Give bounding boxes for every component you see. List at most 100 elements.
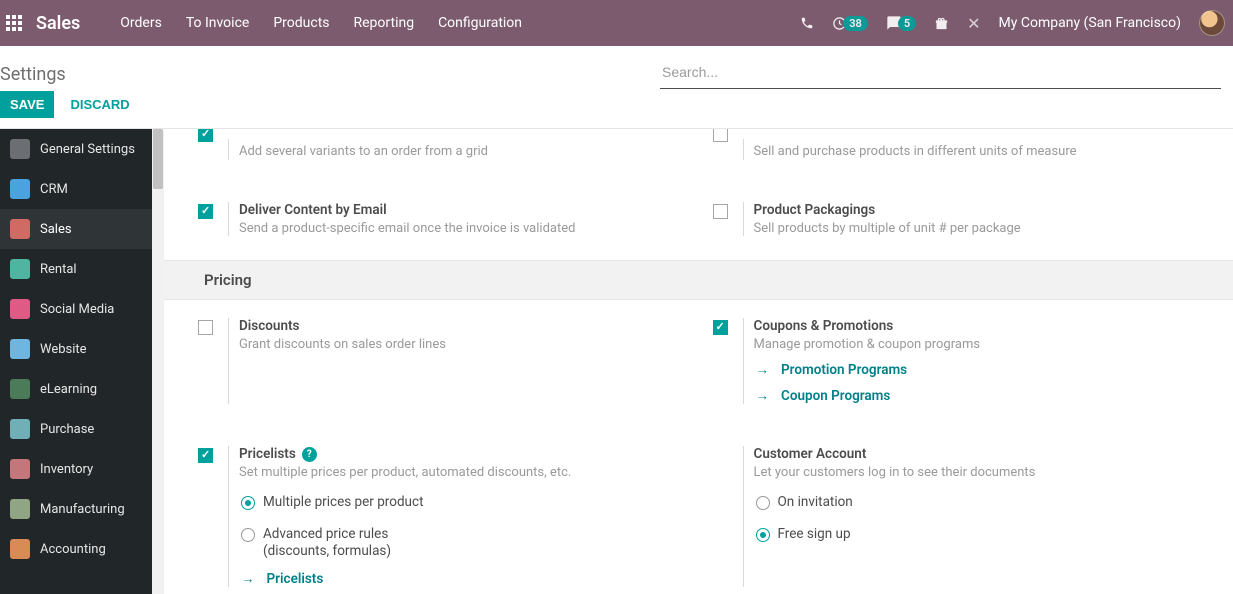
sidebar-item-label: Manufacturing <box>40 502 125 517</box>
apps-icon[interactable] <box>0 15 28 31</box>
breadcrumb-title: Settings <box>0 64 66 85</box>
sidebar-item-label: Accounting <box>40 542 106 557</box>
sidebar-item-social-media[interactable]: Social Media <box>0 289 152 329</box>
radio-icon <box>756 496 770 510</box>
control-panel: Settings SAVE DISCARD <box>0 46 1233 129</box>
radio-label: Advanced price rules(discounts, formulas… <box>263 526 391 561</box>
company-switcher[interactable]: My Company (San Francisco) <box>999 15 1181 31</box>
menu-reporting[interactable]: Reporting <box>354 15 415 31</box>
save-button[interactable]: SAVE <box>0 91 54 118</box>
sidebar-item-manufacturing[interactable]: Manufacturing <box>0 489 152 529</box>
sidebar-item-label: CRM <box>40 182 68 197</box>
sidebar-app-icon <box>10 499 30 519</box>
setting-title: Pricelists <box>239 446 296 462</box>
sidebar-item-label: Sales <box>40 222 72 237</box>
sidebar-item-label: Inventory <box>40 462 93 477</box>
sidebar-app-icon <box>10 419 30 439</box>
setting-checkbox[interactable] <box>713 204 728 219</box>
info-icon[interactable]: ? <box>302 447 317 462</box>
radio-label: On invitation <box>778 494 853 512</box>
sidebar-scrollbar[interactable] <box>152 129 164 594</box>
sidebar-item-label: Social Media <box>40 302 114 317</box>
activities-icon[interactable]: 38 <box>832 16 868 31</box>
setting-link[interactable]: Promotion Programs <box>781 362 907 378</box>
sidebar-app-icon <box>10 219 30 239</box>
settings-sidebar: General Settings CRM Sales Rental Social Med… <box>0 129 152 594</box>
sidebar-item-label: eLearning <box>40 382 97 397</box>
setting-title: Deliver Content by Email <box>239 202 387 218</box>
menu-products[interactable]: Products <box>273 15 329 31</box>
setting-link[interactable]: Coupon Programs <box>781 388 890 404</box>
sidebar-app-icon <box>10 379 30 399</box>
setting-description: Send a product-specific email once the i… <box>239 221 689 236</box>
setting-description: Sell products by multiple of unit # per … <box>754 221 1204 236</box>
sidebar-item-purchase[interactable]: Purchase <box>0 409 152 449</box>
discard-button[interactable]: DISCARD <box>70 97 129 112</box>
activities-badge: 38 <box>843 16 868 31</box>
setting-description: Set multiple prices per product, automat… <box>239 465 689 480</box>
sidebar-item-inventory[interactable]: Inventory <box>0 449 152 489</box>
messages-badge: 5 <box>898 16 916 31</box>
settings-form: Add several variants to an order from a … <box>164 129 1233 594</box>
sidebar-item-rental[interactable]: Rental <box>0 249 152 289</box>
sidebar-app-icon <box>10 459 30 479</box>
sidebar-item-label: Rental <box>40 262 77 277</box>
setting-description: Let your customers log in to see their d… <box>754 465 1204 480</box>
setting-radio-option[interactable]: Advanced price rules(discounts, formulas… <box>239 526 689 561</box>
setting-description: Grant discounts on sales order lines <box>239 337 689 352</box>
setting-title: Customer Account <box>754 446 867 462</box>
phone-icon[interactable] <box>800 16 814 30</box>
radio-icon <box>241 528 255 542</box>
radio-label: Multiple prices per product <box>263 494 423 512</box>
sidebar-item-crm[interactable]: CRM <box>0 169 152 209</box>
setting-radio-option[interactable]: Free sign up <box>754 526 1204 544</box>
section-header: Pricing <box>164 260 1233 300</box>
setting-title: Product Packagings <box>754 202 876 218</box>
topbar: Sales Orders To Invoice Products Reporti… <box>0 0 1233 46</box>
sidebar-app-icon <box>10 339 30 359</box>
sidebar-item-label: General Settings <box>40 142 135 157</box>
setting-link[interactable]: Pricelists <box>267 571 324 587</box>
arrow-icon: → <box>241 571 255 587</box>
setting-checkbox[interactable] <box>198 448 213 463</box>
settings-search-input[interactable] <box>660 58 1221 89</box>
setting-checkbox[interactable] <box>198 320 213 335</box>
arrow-icon: → <box>756 388 770 404</box>
setting-radio-option[interactable]: Multiple prices per product <box>239 494 689 512</box>
menu-configuration[interactable]: Configuration <box>438 15 522 31</box>
sidebar-item-general-settings[interactable]: General Settings <box>0 129 152 169</box>
sidebar-app-icon <box>10 299 30 319</box>
sidebar-item-label: Website <box>40 342 87 357</box>
setting-checkbox[interactable] <box>713 129 728 142</box>
gift-icon[interactable] <box>934 16 949 31</box>
close-tray-icon[interactable]: ✕ <box>967 14 980 33</box>
sidebar-item-sales[interactable]: Sales <box>0 209 152 249</box>
app-brand[interactable]: Sales <box>36 13 80 34</box>
radio-icon <box>756 528 770 542</box>
sidebar-item-website[interactable]: Website <box>0 329 152 369</box>
user-avatar[interactable] <box>1199 10 1225 36</box>
setting-title: Discounts <box>239 318 299 334</box>
radio-icon <box>241 496 255 510</box>
messages-icon[interactable]: 5 <box>886 15 916 31</box>
setting-checkbox[interactable] <box>198 129 213 142</box>
menu-orders[interactable]: Orders <box>120 15 162 31</box>
sidebar-app-icon <box>10 539 30 559</box>
sidebar-item-accounting[interactable]: Accounting <box>0 529 152 569</box>
setting-radio-option[interactable]: On invitation <box>754 494 1204 512</box>
setting-description: Manage promotion & coupon programs <box>754 337 1204 352</box>
sidebar-app-icon <box>10 179 30 199</box>
radio-label: Free sign up <box>778 526 851 544</box>
setting-checkbox[interactable] <box>198 204 213 219</box>
setting-title: Coupons & Promotions <box>754 318 894 334</box>
top-menu: Orders To Invoice Products Reporting Con… <box>120 15 522 31</box>
sidebar-item-elearning[interactable]: eLearning <box>0 369 152 409</box>
menu-to-invoice[interactable]: To Invoice <box>186 15 250 31</box>
arrow-icon: → <box>756 362 770 378</box>
setting-description: Sell and purchase products in different … <box>754 144 1204 159</box>
sidebar-app-icon <box>10 259 30 279</box>
sidebar-item-label: Purchase <box>40 422 94 437</box>
sidebar-app-icon <box>10 139 30 159</box>
setting-description: Add several variants to an order from a … <box>239 144 689 159</box>
setting-checkbox[interactable] <box>713 320 728 335</box>
